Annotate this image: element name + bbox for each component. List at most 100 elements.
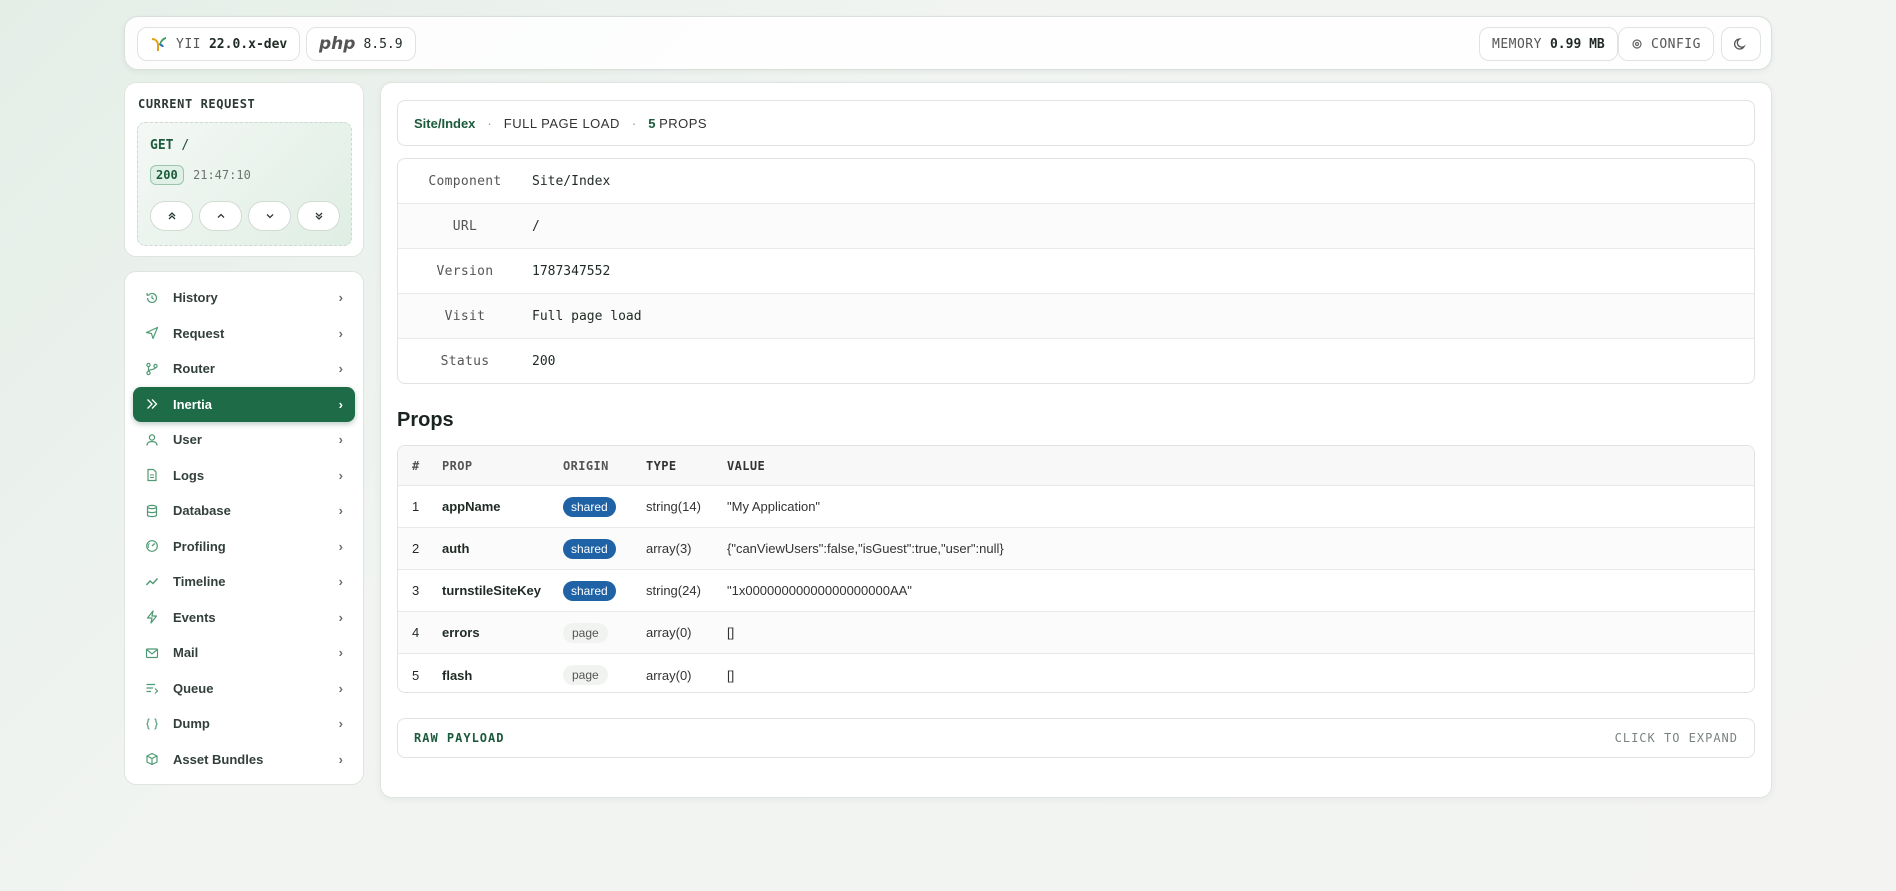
detail-key: Version bbox=[436, 263, 494, 279]
config-button[interactable]: CONFIG bbox=[1618, 27, 1714, 61]
prop-value: [] bbox=[727, 667, 735, 683]
origin-badge: shared bbox=[563, 496, 616, 517]
crumb-component[interactable]: Site/Index bbox=[414, 116, 475, 131]
sidebar-item-label: Mail bbox=[173, 645, 199, 661]
props-title: Props bbox=[397, 409, 454, 431]
table-row: 5 flash page array(0) [] bbox=[398, 654, 1754, 692]
memory-value: 0.99 MB bbox=[1549, 36, 1605, 52]
php-logo: php bbox=[319, 34, 356, 54]
prop-name: turnstileSiteKey bbox=[442, 583, 541, 598]
prop-value: [] bbox=[727, 625, 735, 640]
memory-label: MEMORY bbox=[1492, 36, 1542, 52]
sidebar-item-router[interactable]: Router › bbox=[133, 351, 355, 387]
column-header: VALUE bbox=[727, 458, 766, 473]
breadcrumb: Site/Index · FULL PAGE LOAD · 5 PROPS bbox=[397, 100, 1755, 146]
double-chevron-up-icon bbox=[167, 211, 177, 221]
sidebar-item-user[interactable]: User › bbox=[133, 422, 355, 458]
crumb-load-type: FULL PAGE LOAD bbox=[503, 115, 620, 131]
request-summary: GET / 200 21:47:10 bbox=[137, 122, 352, 246]
prop-value: {"canViewUsers":false,"isGuest":true,"us… bbox=[727, 541, 1004, 556]
sidebar-item-label: Router bbox=[173, 361, 215, 377]
chevron-right-icon: › bbox=[338, 290, 343, 306]
framework-label: YII bbox=[176, 36, 201, 52]
table-row: 3 turnstileSiteKey shared string(24) "1x0000… bbox=[398, 570, 1754, 612]
chevron-right-icon: › bbox=[338, 361, 343, 377]
yii-logo-icon bbox=[150, 35, 168, 53]
gauge-icon bbox=[145, 539, 159, 553]
prop-value: "My Application" bbox=[727, 499, 821, 514]
column-header: ORIGIN bbox=[563, 458, 609, 473]
origin-badge: page bbox=[563, 622, 608, 643]
crumb-props-count: 5 bbox=[648, 115, 656, 131]
current-request-card: CURRENT REQUEST GET / 200 21:47:10 bbox=[124, 82, 364, 257]
request-time: 21:47:10 bbox=[193, 168, 251, 182]
prop-index: 4 bbox=[412, 625, 420, 640]
chevron-right-icon: › bbox=[338, 645, 343, 661]
raw-payload-toggle[interactable]: RAW PAYLOAD CLICK TO EXPAND bbox=[397, 718, 1755, 758]
chevron-up-icon bbox=[216, 211, 226, 221]
sidebar-item-label: Profiling bbox=[173, 538, 226, 554]
sidebar-item-label: User bbox=[173, 432, 202, 448]
origin-badge: shared bbox=[563, 580, 616, 601]
detail-key: Visit bbox=[444, 308, 486, 324]
queue-icon bbox=[145, 681, 159, 695]
detail-row: Visit Full page load bbox=[398, 294, 1754, 339]
previous-request-button[interactable] bbox=[199, 201, 242, 231]
php-version: 8.5.9 bbox=[363, 36, 403, 52]
theme-toggle-button[interactable] bbox=[1721, 27, 1761, 61]
sidebar-item-dump[interactable]: Dump › bbox=[133, 706, 355, 742]
prop-name: auth bbox=[442, 541, 470, 556]
sidebar-item-asset-bundles[interactable]: Asset Bundles › bbox=[133, 742, 355, 778]
sidebar-item-request[interactable]: Request › bbox=[133, 316, 355, 352]
chevron-right-icon: › bbox=[338, 609, 343, 625]
prop-index: 1 bbox=[412, 499, 420, 514]
framework-pill: YII 22.0.x-dev bbox=[137, 27, 301, 61]
sidebar-item-label: Request bbox=[173, 325, 225, 341]
sidebar-item-label: Dump bbox=[173, 716, 210, 732]
top-bar: YII 22.0.x-dev php 8.5.9 MEMORY 0.99 MB … bbox=[124, 16, 1772, 70]
detail-row: URL / bbox=[398, 204, 1754, 249]
next-request-button[interactable] bbox=[248, 201, 291, 231]
user-icon bbox=[145, 433, 159, 447]
detail-row: Status 200 bbox=[398, 339, 1754, 383]
last-request-button[interactable] bbox=[297, 201, 340, 231]
moon-icon bbox=[1734, 37, 1748, 51]
sidebar-item-timeline[interactable]: Timeline › bbox=[133, 564, 355, 600]
sidebar-item-database[interactable]: Database › bbox=[133, 493, 355, 529]
sidebar-item-label: History bbox=[173, 290, 218, 306]
prop-index: 5 bbox=[412, 667, 420, 683]
config-label: CONFIG bbox=[1651, 36, 1701, 52]
sidebar-item-queue[interactable]: Queue › bbox=[133, 671, 355, 707]
detail-key: Status bbox=[440, 354, 490, 369]
sidebar-item-profiling[interactable]: Profiling › bbox=[133, 529, 355, 565]
sidebar-item-logs[interactable]: Logs › bbox=[133, 458, 355, 494]
raw-payload-action: CLICK TO EXPAND bbox=[1614, 731, 1738, 745]
sidebar-item-mail[interactable]: Mail › bbox=[133, 635, 355, 671]
origin-badge: page bbox=[563, 665, 608, 685]
mail-icon bbox=[145, 646, 159, 660]
php-pill: php 8.5.9 bbox=[306, 27, 416, 61]
sidebar-item-inertia[interactable]: Inertia › bbox=[133, 386, 355, 422]
prop-name: flash bbox=[442, 667, 473, 683]
sidebar-item-history[interactable]: History › bbox=[133, 280, 355, 316]
prop-type: string(24) bbox=[646, 583, 701, 598]
detail-value: Full page load bbox=[532, 308, 642, 324]
crumb-separator: · bbox=[631, 115, 637, 131]
detail-value: Site/Index bbox=[532, 173, 611, 189]
prop-index: 2 bbox=[412, 541, 420, 556]
table-row: 1 appName shared string(14) "My Application" bbox=[398, 486, 1754, 528]
current-request-title: CURRENT REQUEST bbox=[138, 97, 256, 111]
sidebar-item-events[interactable]: Events › bbox=[133, 600, 355, 636]
braces-icon bbox=[145, 717, 159, 731]
package-icon bbox=[145, 752, 159, 766]
history-icon bbox=[145, 291, 159, 305]
chevron-right-icon: › bbox=[338, 467, 343, 483]
first-request-button[interactable] bbox=[150, 201, 193, 231]
lightning-icon bbox=[145, 610, 159, 624]
status-badge: 200 bbox=[150, 165, 184, 185]
detail-key: Component bbox=[428, 173, 502, 189]
chevron-right-icon: › bbox=[338, 574, 343, 590]
detail-value: / bbox=[532, 218, 540, 234]
chevron-right-icon: › bbox=[338, 396, 343, 412]
double-chevron-down-icon bbox=[314, 211, 324, 221]
